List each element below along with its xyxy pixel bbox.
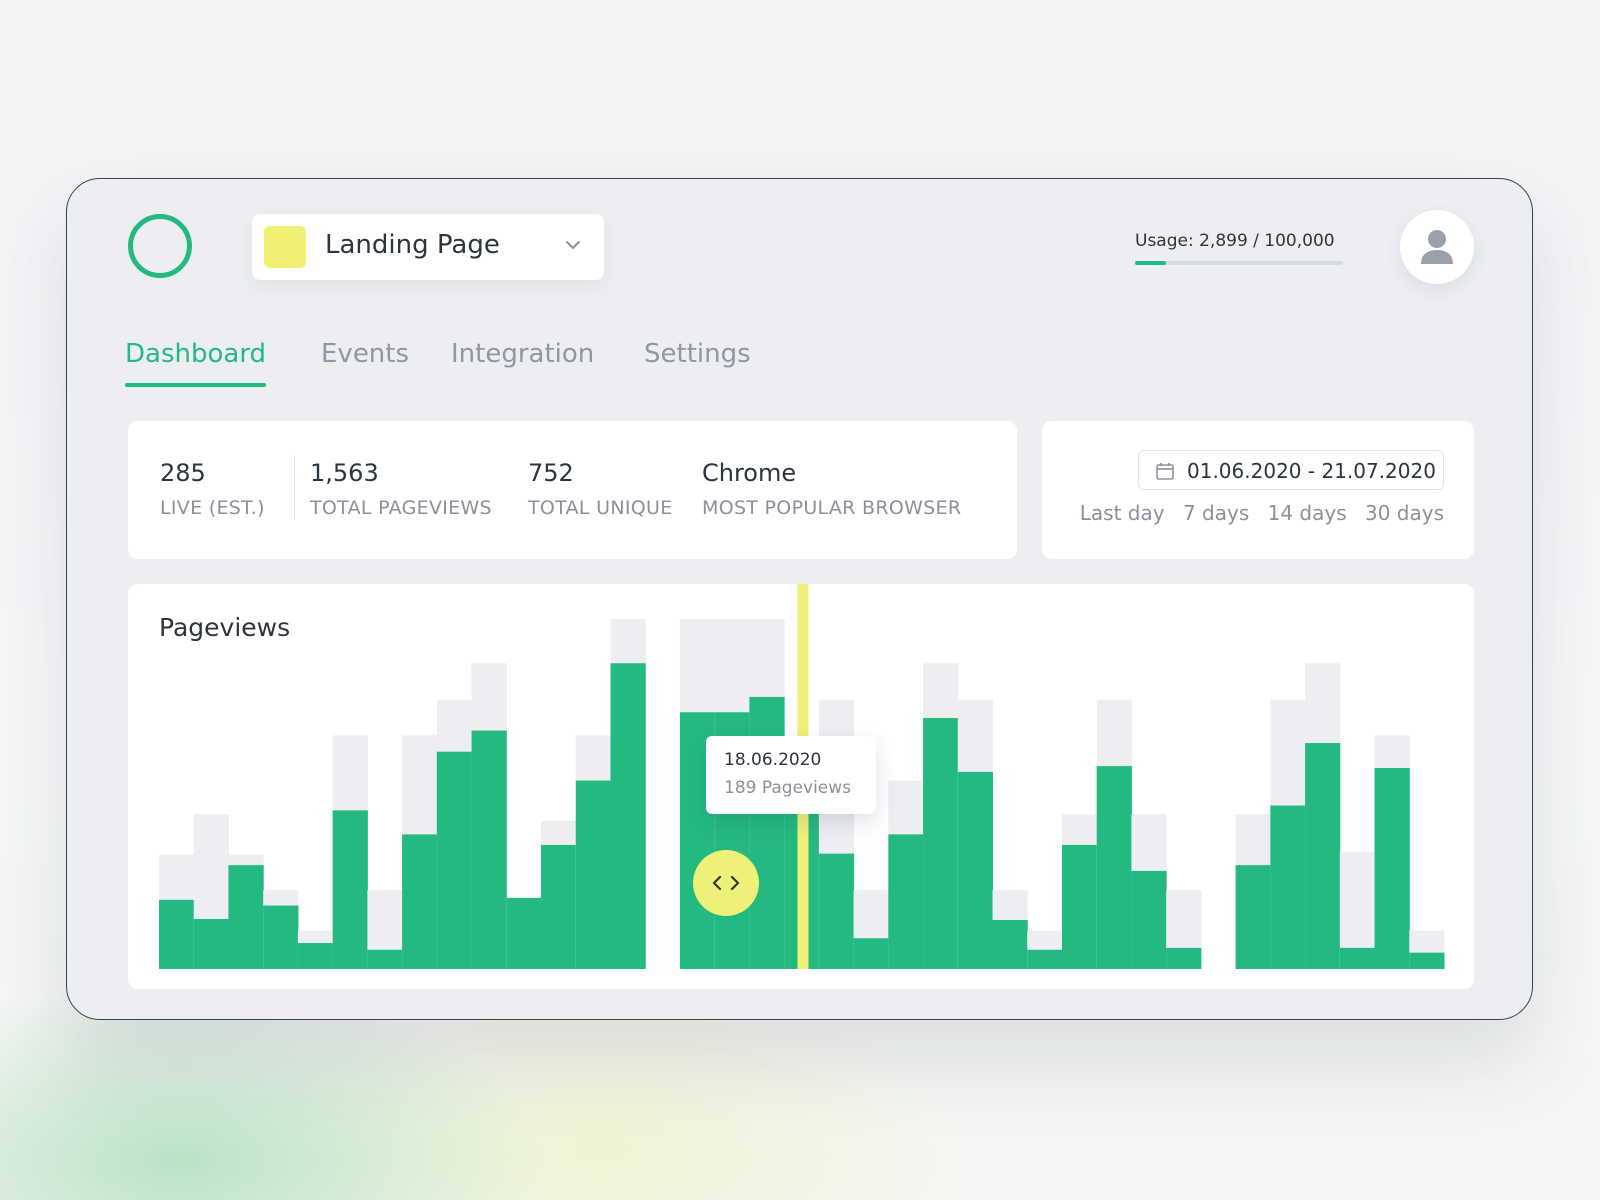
date-range-card: 01.06.2020 - 21.07.2020 Last day 7 days … <box>1042 421 1474 559</box>
preset-14-days[interactable]: 14 days <box>1268 501 1347 525</box>
pageviews-chart-card: Pageviews 18.06.2020 189 Pageviews <box>128 584 1474 989</box>
drag-handle-icon <box>712 875 740 891</box>
usage-track <box>1135 261 1343 265</box>
preset-30-days[interactable]: 30 days <box>1365 501 1444 525</box>
chart-bar[interactable] <box>610 663 646 969</box>
stat-value: 285 <box>160 459 206 487</box>
stat-total-unique: 752 TOTAL UNIQUE <box>528 459 673 519</box>
project-name: Landing Page <box>325 230 500 260</box>
avatar[interactable] <box>1400 210 1474 284</box>
chart-bar[interactable] <box>818 853 855 969</box>
stat-value: 752 <box>528 459 574 487</box>
chart-bar[interactable] <box>541 844 577 969</box>
chart-bar[interactable] <box>1305 743 1341 969</box>
chart-bar[interactable] <box>263 905 299 969</box>
chart-bar[interactable] <box>923 718 959 969</box>
stats-card: 285 LIVE (EST.) 1,563 TOTAL PAGEVIEWS 75… <box>128 421 1017 559</box>
project-color-swatch <box>264 226 306 268</box>
chart-bar[interactable] <box>853 938 889 969</box>
usage-fill <box>1135 261 1167 265</box>
project-selector[interactable]: Landing Page <box>252 214 604 280</box>
chart-bar[interactable] <box>436 751 473 969</box>
preset-last-day[interactable]: Last day <box>1080 501 1165 525</box>
stat-total-pageviews: 1,563 TOTAL PAGEVIEWS <box>310 459 492 519</box>
chart-bar[interactable] <box>1096 766 1132 969</box>
tab-settings[interactable]: Settings <box>644 339 751 369</box>
stat-value: Chrome <box>702 459 797 487</box>
chart-bar[interactable] <box>402 834 438 969</box>
tab-events[interactable]: Events <box>321 339 409 369</box>
stat-label: MOST POPULAR BROWSER <box>702 497 962 519</box>
usage-meter: Usage: 2,899 / 100,000 <box>1135 231 1343 265</box>
chart-bar[interactable] <box>228 865 264 969</box>
range-presets: Last day 7 days 14 days 30 days <box>1068 501 1444 525</box>
chart-bar[interactable] <box>1166 947 1202 969</box>
chart-bar[interactable] <box>1409 952 1445 969</box>
chart-bar[interactable] <box>193 919 229 969</box>
preset-7-days[interactable]: 7 days <box>1183 501 1249 525</box>
chart-bar[interactable] <box>992 919 1028 969</box>
chart-bar[interactable] <box>1061 844 1098 969</box>
stat-label: TOTAL PAGEVIEWS <box>310 497 492 519</box>
date-range-picker[interactable]: 01.06.2020 - 21.07.2020 <box>1138 450 1444 490</box>
chart-bar[interactable] <box>575 780 611 969</box>
chart-bar[interactable] <box>888 834 924 969</box>
app-window: Landing Page Usage: 2,899 / 100,000 Dash… <box>66 178 1533 1020</box>
chart-bar[interactable] <box>1339 947 1376 969</box>
chart-bar[interactable] <box>297 943 334 969</box>
logo-ring-icon[interactable] <box>128 214 192 278</box>
chart-bar[interactable] <box>1235 865 1271 969</box>
tooltip-date: 18.06.2020 <box>724 750 822 770</box>
chart-tooltip: 18.06.2020 189 Pageviews <box>706 736 876 814</box>
chart-bar[interactable] <box>1270 805 1306 969</box>
usage-label: Usage: 2,899 / 100,000 <box>1135 231 1335 251</box>
calendar-icon <box>1156 463 1174 480</box>
stat-label: LIVE (EST.) <box>160 497 265 519</box>
stat-live: 285 LIVE (EST.) <box>160 459 265 519</box>
tab-dashboard[interactable]: Dashboard <box>125 339 267 387</box>
chevron-down-icon <box>566 241 580 249</box>
stat-value: 1,563 <box>310 459 379 487</box>
chart-bar[interactable] <box>1374 768 1410 969</box>
chart-bar[interactable] <box>506 897 542 969</box>
chart-bar[interactable] <box>1027 949 1063 969</box>
scrubber-handle[interactable] <box>693 850 759 916</box>
tooltip-pageviews: 189 Pageviews <box>724 778 852 798</box>
stat-divider <box>294 455 295 519</box>
chart-bar[interactable] <box>159 899 195 969</box>
stat-label: TOTAL UNIQUE <box>528 497 673 519</box>
user-icon <box>1421 230 1453 264</box>
chart-bar[interactable] <box>957 771 994 969</box>
stat-popular-browser: Chrome MOST POPULAR BROWSER <box>702 459 961 519</box>
chart-bar[interactable] <box>471 730 507 969</box>
chart-bar[interactable] <box>332 810 368 969</box>
date-range-value: 01.06.2020 - 21.07.2020 <box>1187 459 1436 483</box>
chart-bar[interactable] <box>367 949 403 969</box>
chart-bar[interactable] <box>1131 870 1167 969</box>
tab-integration[interactable]: Integration <box>451 339 594 369</box>
